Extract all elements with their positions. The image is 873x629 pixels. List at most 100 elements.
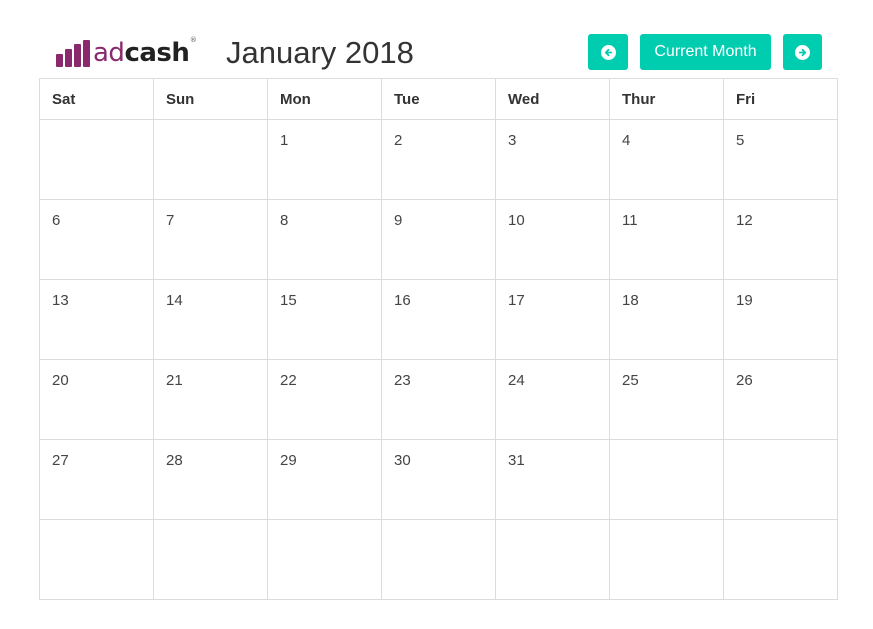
day-number: 6 bbox=[52, 212, 61, 229]
weekday-header-row: Sat Sun Mon Tue Wed Thur Fri bbox=[39, 78, 838, 120]
week-row: 6 7 8 9 10 11 12 bbox=[39, 199, 838, 280]
month-title: January 2018 bbox=[226, 35, 414, 70]
day-number bbox=[724, 520, 837, 533]
day-cell[interactable]: 11 bbox=[609, 199, 724, 280]
day-number: 20 bbox=[52, 372, 69, 389]
day-number: 8 bbox=[280, 212, 289, 229]
day-cell[interactable]: 6 bbox=[39, 199, 154, 280]
day-cell[interactable] bbox=[723, 519, 838, 600]
day-cell[interactable]: 21 bbox=[153, 359, 268, 440]
day-cell[interactable] bbox=[39, 119, 154, 200]
day-number bbox=[268, 520, 381, 533]
day-cell[interactable]: 1 bbox=[267, 119, 382, 200]
day-cell[interactable]: 3 bbox=[495, 119, 610, 200]
calendar-header: adcash ® January 2018 Current Month bbox=[0, 0, 873, 78]
day-cell[interactable]: 22 bbox=[267, 359, 382, 440]
day-cell[interactable]: 16 bbox=[381, 279, 496, 360]
next-month-button[interactable] bbox=[783, 34, 822, 70]
day-number: 27 bbox=[52, 452, 69, 469]
day-number: 2 bbox=[394, 132, 403, 149]
logo-bar bbox=[65, 49, 72, 67]
arrow-right-circle-icon bbox=[795, 44, 810, 60]
day-cell[interactable]: 17 bbox=[495, 279, 610, 360]
day-number: 25 bbox=[622, 372, 639, 389]
day-number: 15 bbox=[280, 292, 297, 309]
day-cell[interactable]: 7 bbox=[153, 199, 268, 280]
day-cell[interactable] bbox=[495, 519, 610, 600]
weekday-header: Tue bbox=[381, 78, 496, 120]
day-cell[interactable]: 10 bbox=[495, 199, 610, 280]
logo-bar bbox=[56, 54, 63, 67]
logo-bars-icon bbox=[56, 39, 92, 67]
day-number bbox=[496, 520, 609, 533]
day-number: 9 bbox=[394, 212, 403, 229]
arrow-left-circle-icon bbox=[600, 44, 616, 60]
day-cell[interactable] bbox=[153, 119, 268, 200]
day-cell[interactable]: 25 bbox=[609, 359, 724, 440]
day-cell[interactable]: 18 bbox=[609, 279, 724, 360]
day-number: 21 bbox=[166, 372, 183, 389]
day-cell[interactable]: 9 bbox=[381, 199, 496, 280]
day-number: 14 bbox=[166, 292, 183, 309]
day-cell[interactable]: 4 bbox=[609, 119, 724, 200]
day-cell[interactable] bbox=[609, 439, 724, 520]
day-number: 18 bbox=[622, 292, 639, 309]
day-cell[interactable]: 12 bbox=[723, 199, 838, 280]
day-cell[interactable] bbox=[723, 439, 838, 520]
adcash-logo: adcash ® bbox=[56, 37, 197, 68]
previous-month-button[interactable] bbox=[588, 34, 628, 70]
day-number: 26 bbox=[736, 372, 753, 389]
day-number: 17 bbox=[508, 292, 525, 309]
day-number: 19 bbox=[736, 292, 753, 309]
logo-wordmark: adcash ® bbox=[93, 37, 197, 68]
day-cell[interactable] bbox=[39, 519, 154, 600]
day-cell[interactable]: 5 bbox=[723, 119, 838, 200]
logo-text-ad: ad bbox=[93, 38, 125, 68]
day-number: 30 bbox=[394, 452, 411, 469]
day-cell[interactable]: 24 bbox=[495, 359, 610, 440]
day-cell[interactable]: 27 bbox=[39, 439, 154, 520]
day-cell[interactable]: 8 bbox=[267, 199, 382, 280]
day-cell[interactable] bbox=[609, 519, 724, 600]
current-month-button[interactable]: Current Month bbox=[640, 34, 771, 70]
logo-bar bbox=[74, 44, 81, 67]
day-cell[interactable]: 28 bbox=[153, 439, 268, 520]
logo-text-cash: cash bbox=[124, 38, 190, 68]
day-number: 16 bbox=[394, 292, 411, 309]
day-cell[interactable]: 30 bbox=[381, 439, 496, 520]
day-number bbox=[610, 440, 723, 453]
weekday-header: Wed bbox=[495, 78, 610, 120]
day-cell[interactable]: 20 bbox=[39, 359, 154, 440]
day-cell[interactable]: 23 bbox=[381, 359, 496, 440]
day-cell[interactable]: 19 bbox=[723, 279, 838, 360]
day-number bbox=[40, 520, 153, 533]
day-cell[interactable]: 29 bbox=[267, 439, 382, 520]
day-number: 22 bbox=[280, 372, 297, 389]
week-row: 27 28 29 30 31 bbox=[39, 439, 838, 520]
week-row: 20 21 22 23 24 25 26 bbox=[39, 359, 838, 440]
day-cell[interactable]: 26 bbox=[723, 359, 838, 440]
day-number bbox=[154, 120, 267, 133]
day-number: 1 bbox=[280, 132, 289, 149]
day-number: 4 bbox=[622, 132, 631, 149]
day-cell[interactable]: 15 bbox=[267, 279, 382, 360]
month-calendar-grid: Sat Sun Mon Tue Wed Thur Fri 1 2 3 4 5 6… bbox=[39, 78, 838, 600]
logo-registered-mark: ® bbox=[189, 36, 197, 44]
day-cell[interactable] bbox=[153, 519, 268, 600]
day-cell[interactable] bbox=[267, 519, 382, 600]
day-number: 12 bbox=[736, 212, 753, 229]
day-cell[interactable] bbox=[381, 519, 496, 600]
day-cell[interactable]: 14 bbox=[153, 279, 268, 360]
weekday-header: Fri bbox=[723, 78, 838, 120]
logo-bar bbox=[83, 40, 90, 67]
day-number bbox=[40, 120, 153, 133]
weekday-header: Mon bbox=[267, 78, 382, 120]
day-cell[interactable]: 13 bbox=[39, 279, 154, 360]
day-cell[interactable]: 2 bbox=[381, 119, 496, 200]
week-row bbox=[39, 519, 838, 600]
day-number: 28 bbox=[166, 452, 183, 469]
week-row: 13 14 15 16 17 18 19 bbox=[39, 279, 838, 360]
week-row: 1 2 3 4 5 bbox=[39, 119, 838, 200]
weekday-header: Sat bbox=[39, 78, 154, 120]
day-cell[interactable]: 31 bbox=[495, 439, 610, 520]
